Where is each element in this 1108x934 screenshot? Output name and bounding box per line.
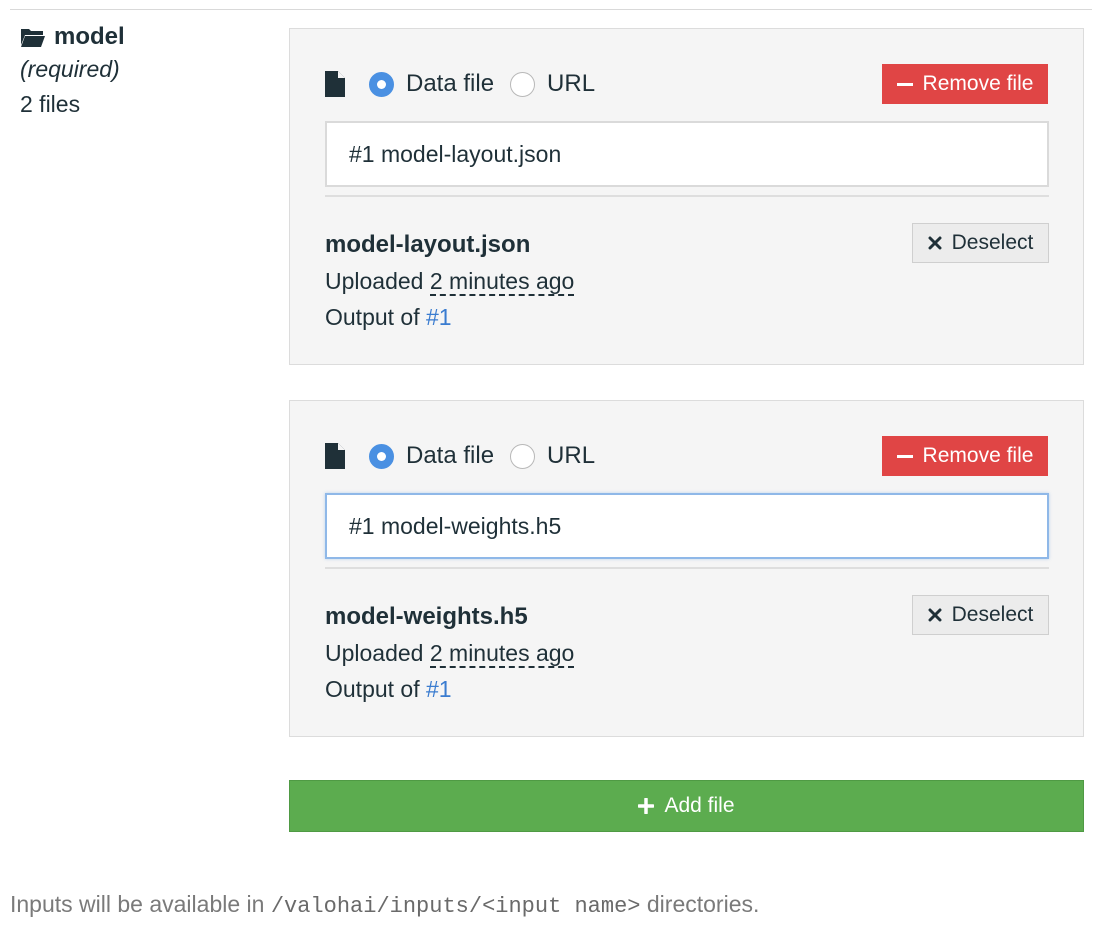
add-file-button[interactable]: Add file (289, 780, 1084, 832)
file-panel: Data file URL Remove file model-layout.j… (289, 28, 1084, 365)
input-name: model (54, 23, 125, 50)
remove-file-label: Remove file (922, 444, 1034, 467)
radio-url-label[interactable]: URL (547, 442, 595, 470)
file-icon (325, 71, 345, 97)
minus-icon (896, 82, 913, 86)
uploaded-prefix: Uploaded (325, 268, 424, 294)
radio-url-label[interactable]: URL (547, 70, 595, 98)
output-row: Output of #1 (325, 671, 845, 707)
radio-url[interactable] (510, 443, 536, 469)
panel-divider (325, 567, 1049, 569)
minus-icon (896, 454, 913, 458)
file-name: model-weights.h5 (325, 603, 528, 630)
input-label: model (required) 2 files (20, 22, 270, 122)
uploaded-prefix: Uploaded (325, 640, 424, 666)
inputs-path-note: Inputs will be available in /valohai/inp… (10, 887, 1100, 924)
file-count: 2 files (20, 91, 81, 117)
uploaded-row: Uploaded 2 minutes ago (325, 635, 845, 671)
file-source-toolbar: Data file URL Remove file (325, 436, 1048, 476)
radio-url[interactable] (510, 71, 536, 97)
close-icon (928, 608, 942, 622)
output-execution-link[interactable]: #1 (426, 304, 452, 330)
file-details: model-weights.h5 Uploaded 2 minutes ago … (325, 599, 845, 707)
file-name: model-layout.json (325, 231, 531, 258)
radio-data-file-label[interactable]: Data file (406, 442, 494, 470)
remove-file-button[interactable]: Remove file (882, 436, 1048, 476)
input-name-row: model (20, 22, 270, 52)
uploaded-time: 2 minutes ago (429, 268, 575, 296)
folder-open-icon (21, 29, 45, 47)
output-row: Output of #1 (325, 299, 845, 335)
output-prefix: Output of (325, 304, 420, 330)
file-panel: Data file URL Remove file model-weights.… (289, 400, 1084, 737)
note-suffix: directories. (646, 891, 760, 917)
top-divider (10, 9, 1092, 10)
output-prefix: Output of (325, 676, 420, 702)
remove-file-label: Remove file (922, 72, 1034, 95)
radio-data-file-label[interactable]: Data file (406, 70, 494, 98)
file-icon (325, 443, 345, 469)
deselect-label: Deselect (951, 603, 1034, 626)
add-file-label: Add file (664, 794, 735, 817)
radio-data-file[interactable] (369, 443, 394, 469)
radio-data-file[interactable] (369, 71, 394, 97)
close-icon (928, 236, 942, 250)
deselect-button[interactable]: Deselect (912, 595, 1049, 635)
required-label: (required) (20, 56, 120, 82)
file-source-toolbar: Data file URL Remove file (325, 64, 1048, 104)
remove-file-button[interactable]: Remove file (882, 64, 1048, 104)
panel-divider (325, 195, 1049, 197)
inputs-path: /valohai/inputs/<input name> (270, 894, 641, 919)
deselect-label: Deselect (951, 231, 1034, 254)
plus-icon (638, 798, 655, 814)
uploaded-row: Uploaded 2 minutes ago (325, 263, 845, 299)
output-execution-link[interactable]: #1 (426, 676, 452, 702)
deselect-button[interactable]: Deselect (912, 223, 1049, 263)
uploaded-time: 2 minutes ago (429, 640, 575, 668)
file-details: model-layout.json Uploaded 2 minutes ago… (325, 227, 845, 335)
file-select-input[interactable] (325, 121, 1049, 187)
file-select-input[interactable] (325, 493, 1049, 559)
note-prefix: Inputs will be available in (10, 891, 265, 917)
